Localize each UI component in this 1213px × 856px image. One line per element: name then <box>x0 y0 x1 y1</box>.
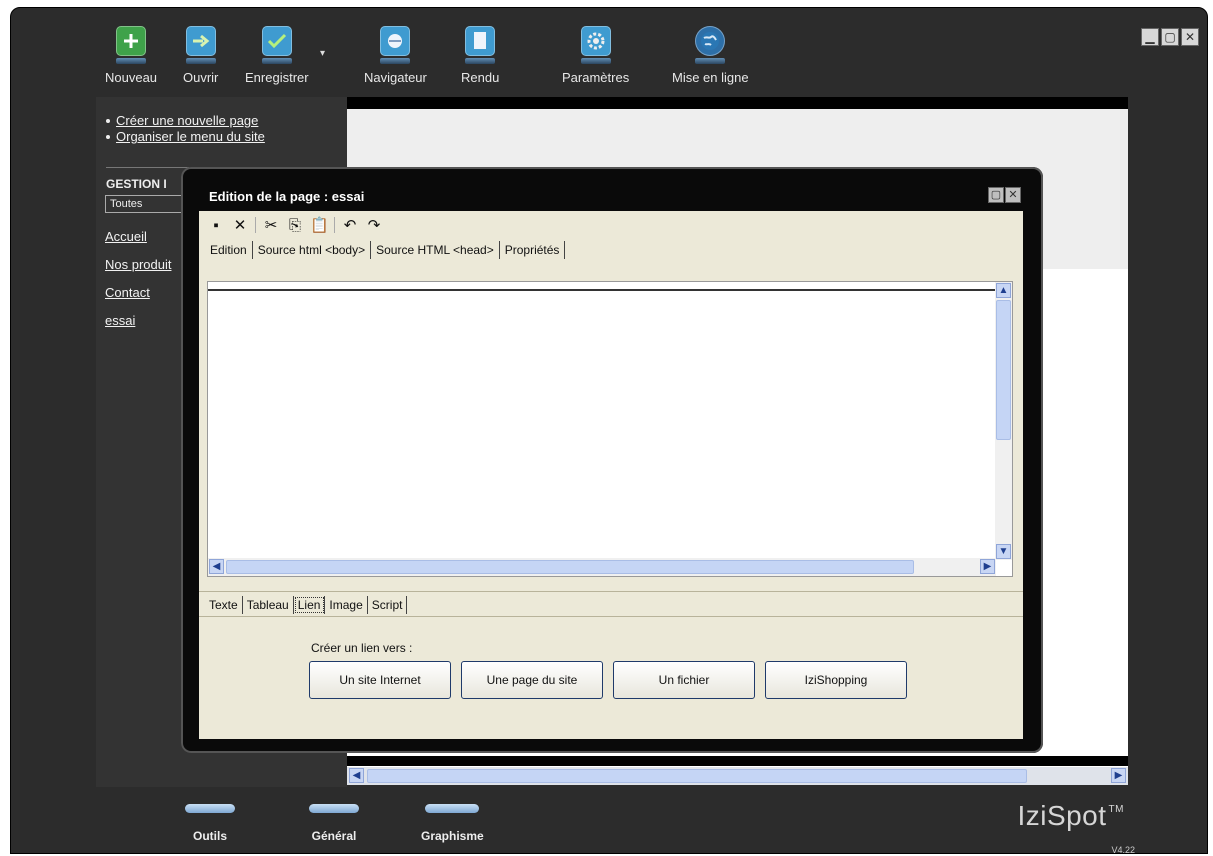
new-button[interactable]: Nouveau <box>105 26 157 85</box>
close-icon[interactable]: ✕ <box>1181 28 1199 46</box>
editor-scroll-left-icon[interactable]: ◀ <box>209 559 224 574</box>
settings-label: Paramètres <box>562 70 630 85</box>
sidebar-item-produits[interactable]: Nos produit <box>105 257 171 272</box>
wysiwyg-editor[interactable]: ▲ ▼ ◀ ▶ <box>207 281 1013 577</box>
gear-icon <box>580 26 611 56</box>
open-label: Ouvrir <box>183 70 219 85</box>
paste-icon[interactable]: 📋 <box>310 216 329 234</box>
tab-texte[interactable]: Texte <box>205 596 243 614</box>
tab-graphisme[interactable]: Graphisme <box>421 804 484 843</box>
delete-icon[interactable]: ✕ <box>231 216 249 234</box>
scroll-up-icon[interactable]: ▲ <box>996 283 1011 298</box>
editor-tabs: Edition Source html <body> Source HTML <… <box>205 241 566 259</box>
tab-edition[interactable]: Edition <box>205 241 253 259</box>
section-title: GESTION I <box>106 177 167 191</box>
link-website-button[interactable]: Un site Internet <box>309 661 451 699</box>
render-label: Rendu <box>461 70 500 85</box>
link-izishopping-button[interactable]: IziShopping <box>765 661 907 699</box>
insert-tabs: Texte Tableau Lien Image Script <box>205 596 408 614</box>
render-button[interactable]: Rendu <box>461 26 499 85</box>
tab-outils[interactable]: Outils <box>185 804 235 843</box>
version-label: V4.22 <box>1111 845 1135 854</box>
organize-menu-link[interactable]: Organiser le menu du site <box>116 129 265 144</box>
editor-vertical-scrollbar[interactable]: ▲ ▼ <box>995 282 1012 560</box>
tab-tableau[interactable]: Tableau <box>243 596 294 614</box>
scroll-left-icon[interactable]: ◀ <box>349 768 364 783</box>
save-dropdown-icon[interactable]: ▾ <box>320 48 325 59</box>
cut-icon[interactable]: ✂ <box>262 216 280 234</box>
publish-label: Mise en ligne <box>672 70 749 85</box>
new-label: Nouveau <box>105 70 158 85</box>
editor-toolbar: ▪ ✕ ✂ ⎘ 📋 ↶ ↷ <box>207 215 383 235</box>
brand-logo: IziSpot TM <box>1017 800 1124 831</box>
scroll-thumb[interactable] <box>367 769 1027 783</box>
dialog-maximize-icon[interactable]: ▢ <box>988 187 1004 203</box>
editor-horizontal-scrollbar[interactable]: ◀ ▶ <box>208 558 996 576</box>
tab-proprietes[interactable]: Propriétés <box>499 241 566 259</box>
dialog-body: ▪ ✕ ✂ ⎘ 📋 ↶ ↷ Edition Source html <body>… <box>199 211 1023 739</box>
dialog-title: Edition de la page : essai <box>209 189 365 204</box>
undo-icon[interactable]: ↶ <box>341 216 359 234</box>
sidebar-item-contact[interactable]: Contact <box>105 285 150 300</box>
create-page-link[interactable]: Créer une nouvelle page <box>116 113 258 128</box>
dialog-controls: ▢ ✕ <box>988 187 1021 203</box>
tab-source-head[interactable]: Source HTML <head> <box>371 241 500 259</box>
settings-button[interactable]: Paramètres <box>562 26 629 85</box>
dialog-close-icon[interactable]: ✕ <box>1005 187 1021 203</box>
copy-icon[interactable]: ⎘ <box>286 217 304 234</box>
redo-icon[interactable]: ↷ <box>365 216 383 234</box>
browser-button[interactable]: Navigateur <box>364 26 427 85</box>
horizontal-scroll-thumb[interactable] <box>226 560 914 574</box>
browser-icon <box>380 26 411 56</box>
page-icon <box>465 26 496 56</box>
sidebar-item-accueil[interactable]: Accueil <box>105 229 147 244</box>
window-controls: ▁ ▢ ✕ <box>1141 28 1199 46</box>
link-file-button[interactable]: Un fichier <box>613 661 755 699</box>
horizontal-rule <box>208 289 996 291</box>
link-target-label: Créer un lien vers : <box>311 641 413 655</box>
tab-general[interactable]: Général <box>309 804 359 843</box>
tab-lien[interactable]: Lien <box>294 596 326 614</box>
editor-scroll-right-icon[interactable]: ▶ <box>980 559 995 574</box>
tab-image[interactable]: Image <box>325 596 368 614</box>
tab-script[interactable]: Script <box>368 596 408 614</box>
plus-icon <box>116 26 147 56</box>
save-label: Enregistrer <box>245 70 309 85</box>
checkmark-icon <box>261 26 292 56</box>
save-icon[interactable]: ▪ <box>207 217 225 234</box>
sidebar-actions: Créer une nouvelle page Organiser le men… <box>106 113 265 145</box>
sidebar-item-essai[interactable]: essai <box>105 313 135 328</box>
minimize-icon[interactable]: ▁ <box>1141 28 1159 46</box>
preview-horizontal-scrollbar[interactable]: ◀ ▶ <box>347 767 1128 785</box>
open-button[interactable]: Ouvrir <box>183 26 218 85</box>
publish-button[interactable]: Mise en ligne <box>672 26 749 85</box>
save-button[interactable]: Enregistrer <box>245 26 309 85</box>
edit-page-dialog: Edition de la page : essai ▢ ✕ ▪ ✕ ✂ ⎘ 📋… <box>181 167 1043 753</box>
scroll-down-icon[interactable]: ▼ <box>996 544 1011 559</box>
link-site-page-button[interactable]: Une page du site <box>461 661 603 699</box>
maximize-icon[interactable]: ▢ <box>1161 28 1179 46</box>
arrow-right-icon <box>185 26 216 56</box>
tab-source-body[interactable]: Source html <body> <box>252 241 372 259</box>
browser-label: Navigateur <box>364 70 427 85</box>
vertical-scroll-thumb[interactable] <box>996 300 1011 440</box>
globe-icon <box>695 26 726 56</box>
scroll-right-icon[interactable]: ▶ <box>1111 768 1126 783</box>
